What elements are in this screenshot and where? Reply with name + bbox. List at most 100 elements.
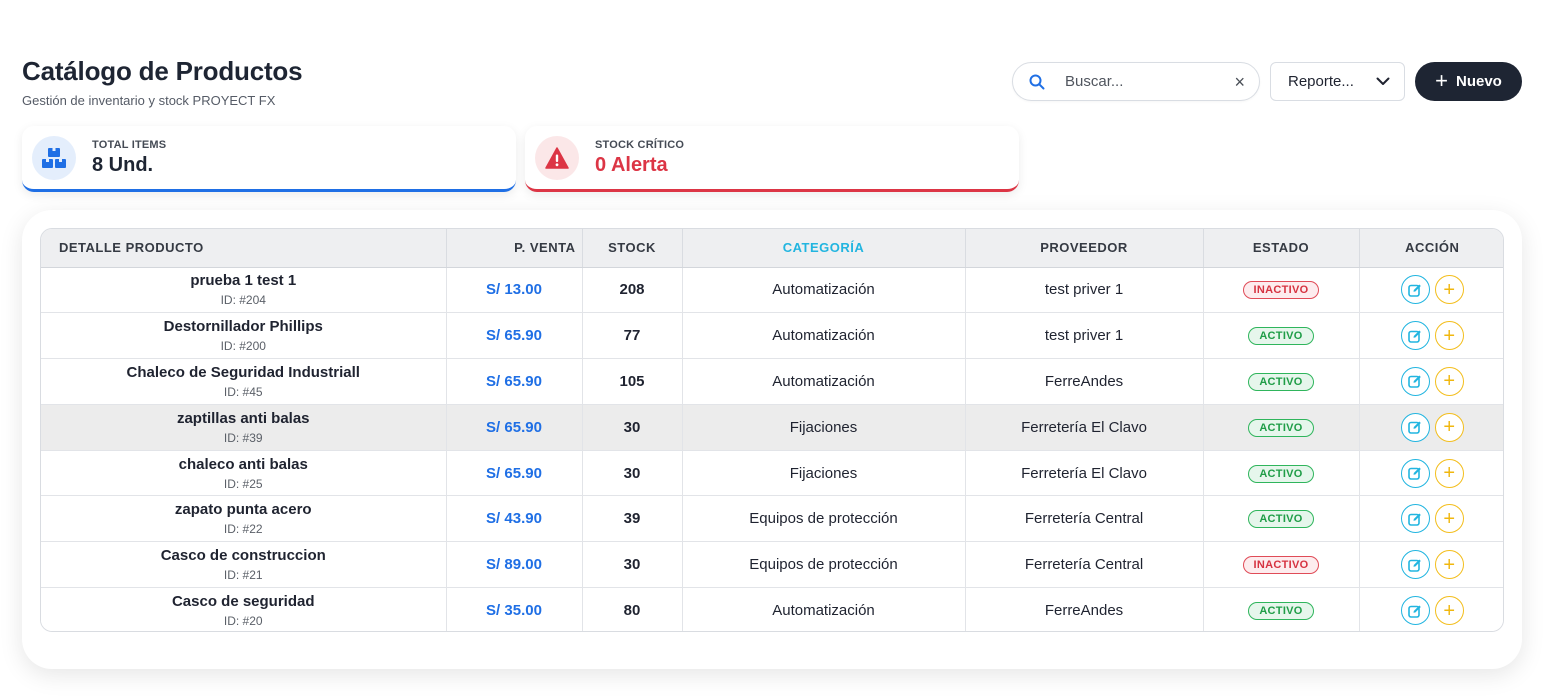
price-cell: S/ 65.90: [446, 312, 583, 360]
edit-button[interactable]: [1400, 504, 1430, 534]
add-stock-button[interactable]: +: [1434, 321, 1464, 351]
product-stock: 30: [623, 464, 641, 482]
action-cell: +: [1359, 267, 1503, 314]
new-button-label: Nuevo: [1456, 73, 1502, 90]
product-detail-cell: chaleco anti balas ID: #25: [41, 450, 447, 497]
col-precio-venta[interactable]: P. VENTA: [446, 229, 583, 268]
product-price: S/ 35.00: [486, 602, 542, 620]
price-cell: S/ 35.00: [446, 587, 583, 631]
price-cell: S/ 65.90: [446, 358, 583, 405]
report-select[interactable]: Reporte...: [1270, 62, 1405, 101]
edit-icon: [1408, 421, 1422, 435]
provider-cell: Ferretería Central: [965, 541, 1204, 589]
category-cell: Automatización: [682, 267, 966, 314]
edit-button[interactable]: [1400, 275, 1430, 305]
plus-icon: +: [1443, 324, 1456, 347]
product-detail-cell: Destornillador Phillips ID: #200: [41, 312, 447, 360]
add-stock-button[interactable]: +: [1434, 596, 1464, 626]
edit-button[interactable]: [1400, 412, 1430, 442]
total-items-value: 8 Und.: [92, 153, 154, 176]
price-cell: S/ 65.90: [446, 450, 583, 497]
product-id: ID: #25: [223, 476, 263, 491]
critical-stock-value: 0 Alerta: [595, 153, 668, 176]
action-cell: +: [1359, 358, 1503, 405]
table-row[interactable]: prueba 1 test 1 ID: #204 S/ 13.00 208 Automa…: [41, 267, 1503, 314]
col-categoria[interactable]: CATEGORÍA: [682, 229, 966, 268]
category-cell: Fijaciones: [682, 404, 966, 451]
provider-cell: FerreAndes: [965, 358, 1204, 405]
col-proveedor[interactable]: PROVEEDOR: [965, 229, 1204, 268]
plus-icon: +: [1443, 507, 1456, 530]
plus-icon: +: [1443, 553, 1456, 576]
chevron-down-icon: [1376, 77, 1390, 85]
product-name: Casco de seguridad: [171, 593, 315, 611]
product-detail-cell: Chaleco de Seguridad Industriall ID: #45: [41, 358, 447, 405]
product-id: ID: #200: [220, 339, 266, 354]
col-stock[interactable]: STOCK: [582, 229, 683, 268]
report-select-label: Reporte...: [1288, 73, 1354, 90]
status-cell: INACTIVO: [1203, 541, 1360, 589]
status-badge: INACTIVO: [1242, 556, 1320, 575]
plus-icon: +: [1443, 278, 1456, 301]
product-name: Casco de construccion: [160, 547, 326, 565]
edit-button[interactable]: [1400, 458, 1430, 488]
product-name: zapato punta acero: [174, 501, 312, 519]
add-stock-button[interactable]: +: [1434, 550, 1464, 580]
product-id: ID: #20: [223, 614, 263, 629]
provider-cell: Ferretería El Clavo: [965, 450, 1204, 497]
table-row[interactable]: Casco de seguridad ID: #20 S/ 35.00 80 Autom…: [41, 587, 1503, 631]
price-cell: S/ 65.90: [446, 404, 583, 451]
category-cell: Automatización: [682, 358, 966, 405]
table-row[interactable]: Chaleco de Seguridad Industriall ID: #45 S…: [41, 358, 1503, 405]
status-cell: ACTIVO: [1203, 358, 1360, 405]
status-cell: INACTIVO: [1203, 267, 1360, 314]
status-cell: ACTIVO: [1203, 495, 1360, 543]
category-cell: Automatización: [682, 587, 966, 631]
edit-button[interactable]: [1400, 366, 1430, 396]
product-stock: 77: [623, 327, 641, 345]
category-cell: Fijaciones: [682, 450, 966, 497]
product-stock: 30: [623, 418, 641, 436]
table-row[interactable]: chaleco anti balas ID: #25 S/ 65.90 30 Fijac…: [41, 450, 1503, 497]
stock-cell: 105: [582, 358, 683, 405]
total-items-label: TOTAL ITEMS: [92, 138, 167, 151]
total-items-card: TOTAL ITEMS 8 Und.: [22, 126, 516, 192]
product-price: S/ 65.90: [486, 418, 542, 436]
product-stock: 39: [623, 510, 641, 528]
table-row[interactable]: Destornillador Phillips ID: #200 S/ 65.90 7…: [41, 312, 1503, 360]
status-badge: ACTIVO: [1248, 418, 1314, 437]
toolbar: × Reporte... + Nuevo: [1012, 62, 1522, 101]
plus-icon: +: [1435, 67, 1448, 93]
table-row[interactable]: zapato punta acero ID: #22 S/ 43.90 39 Equip…: [41, 495, 1503, 543]
product-id: ID: #45: [223, 384, 263, 399]
edit-icon: [1408, 467, 1422, 480]
col-accion: ACCIÓN: [1359, 229, 1503, 268]
product-stock: 30: [623, 556, 641, 574]
edit-button[interactable]: [1400, 321, 1430, 351]
product-detail-cell: zapato punta acero ID: #22: [41, 495, 447, 543]
status-badge: ACTIVO: [1248, 327, 1314, 346]
edit-button[interactable]: [1400, 596, 1430, 626]
add-stock-button[interactable]: +: [1434, 458, 1464, 488]
col-detalle-producto[interactable]: DETALLE PRODUCTO: [41, 229, 447, 268]
add-stock-button[interactable]: +: [1434, 504, 1464, 534]
add-stock-button[interactable]: +: [1434, 275, 1464, 305]
col-estado[interactable]: ESTADO: [1203, 229, 1360, 268]
plus-icon: +: [1443, 416, 1456, 439]
add-stock-button[interactable]: +: [1434, 412, 1464, 442]
search-box[interactable]: ×: [1012, 62, 1260, 101]
plus-icon: +: [1443, 370, 1456, 393]
status-badge: ACTIVO: [1248, 602, 1314, 621]
table-row[interactable]: zaptillas anti balas ID: #39 S/ 65.90 30 Fij…: [41, 404, 1503, 451]
product-id: ID: #204: [220, 293, 266, 308]
table-body: prueba 1 test 1 ID: #204 S/ 13.00 208 Automa…: [41, 267, 1503, 631]
search-input[interactable]: [1065, 73, 1215, 90]
status-cell: ACTIVO: [1203, 450, 1360, 497]
add-stock-button[interactable]: +: [1434, 366, 1464, 396]
table-row[interactable]: Casco de construccion ID: #21 S/ 89.00 30 Eq…: [41, 541, 1503, 589]
product-detail-cell: zaptillas anti balas ID: #39: [41, 404, 447, 451]
new-button[interactable]: + Nuevo: [1415, 62, 1522, 101]
close-icon[interactable]: ×: [1234, 73, 1245, 91]
edit-button[interactable]: [1400, 550, 1430, 580]
edit-icon: [1408, 284, 1422, 297]
